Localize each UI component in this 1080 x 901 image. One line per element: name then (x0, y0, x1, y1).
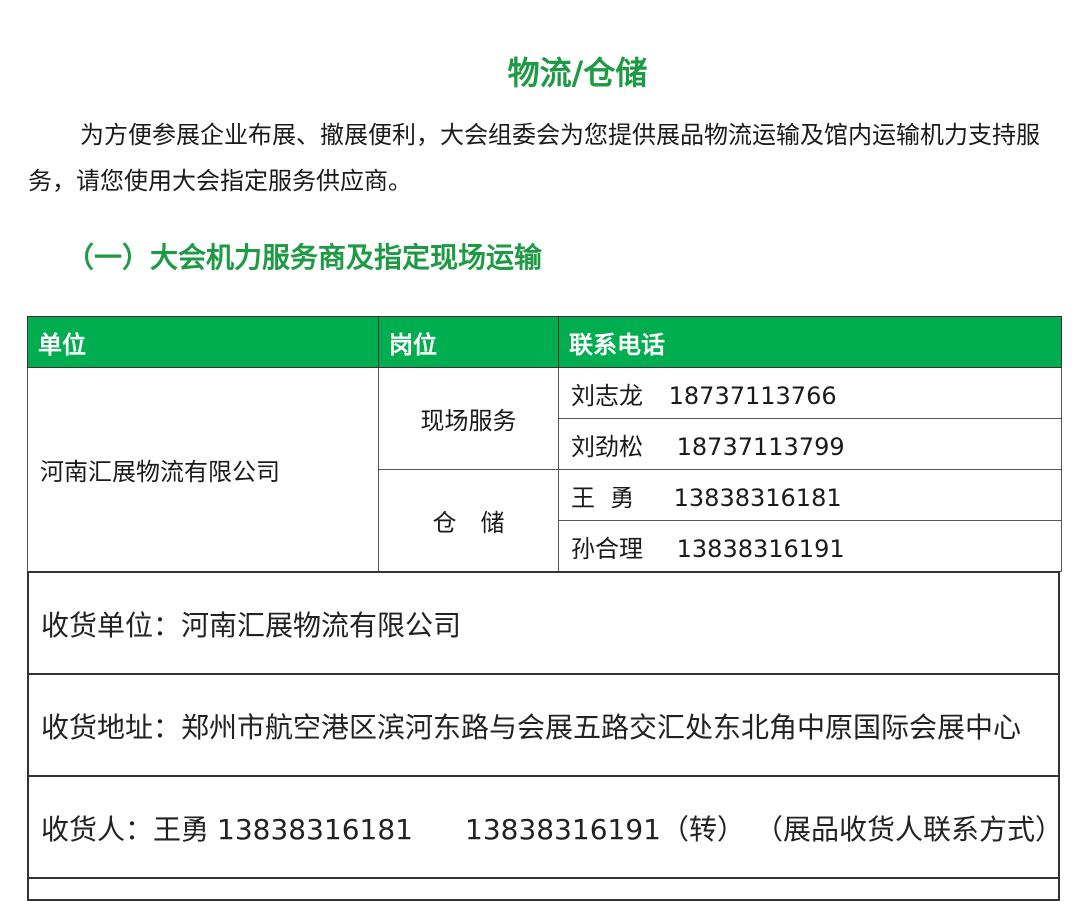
table-header-row: 单位 岗位 联系电话 (27, 316, 1062, 368)
receiver-name: 王勇 (153, 813, 210, 846)
shipping-info-box: 收货单位：河南汇展物流有限公司 收货地址：郑州市航空港区滨河东路与会展五路交汇处… (27, 571, 1063, 901)
shipping-receiver-row: 收货人：王勇 13838316181 13838316191（转） （展品收货人联系方… (29, 777, 1063, 879)
role-cell-storage: 仓 储 (378, 469, 559, 572)
company-cell: 河南汇展物流有限公司 (27, 367, 379, 572)
page-title: 物流/仓储 (507, 54, 648, 92)
shipping-unit-row: 收货单位：河南汇展物流有限公司 (29, 573, 1058, 675)
shipping-unit-value: 河南汇展物流有限公司 (181, 609, 462, 642)
role-cell-onsite: 现场服务 (378, 367, 559, 470)
receiver-label: 收货人： (41, 813, 154, 846)
section-heading: （一）大会机力服务商及指定现场运输 (66, 241, 543, 274)
contacts-table: 单位 岗位 联系电话 河南汇展物流有限公司 现场服务 刘志龙 187371137… (27, 316, 1062, 572)
header-unit: 单位 (27, 316, 379, 368)
shipping-unit-label: 收货单位： (41, 609, 182, 642)
contact-name: 刘志龙 (571, 381, 643, 410)
shipping-address-value: 郑州市航空港区滨河东路与会展五路交汇处东北角中原国际会展中心 (181, 711, 1022, 744)
contact-cell: 孙合理 13838316191 (558, 520, 1062, 572)
receiver-phone-1: 13838316181 (217, 813, 413, 846)
receiver-phone-2: 13838316191（转） (465, 813, 745, 846)
receiver-note: （展品收货人联系方式） (754, 813, 1063, 846)
shipping-address-label: 收货地址： (41, 711, 182, 744)
header-role: 岗位 (378, 316, 559, 368)
contact-name: 孙合理 (571, 534, 643, 563)
contact-phone: 13838316191 (676, 534, 845, 563)
contact-phone: 18737113799 (676, 432, 845, 461)
header-phone: 联系电话 (558, 316, 1062, 368)
intro-paragraph: 为方便参展企业布展、撤展便利，大会组委会为您提供展品物流运输及馆内运输机力支持服… (28, 121, 1040, 195)
shipping-address-row: 收货地址：郑州市航空港区滨河东路与会展五路交汇处东北角中原国际会展中心 (29, 675, 1058, 777)
contact-phone: 13838316181 (673, 483, 842, 512)
contact-name: 刘劲松 (571, 432, 643, 461)
contact-cell: 刘劲松 18737113799 (558, 418, 1062, 470)
contact-cell: 刘志龙 18737113766 (558, 367, 1062, 419)
contact-phone: 18737113766 (668, 381, 837, 410)
contact-cell: 王 勇 13838316181 (558, 469, 1062, 521)
contact-name: 王 勇 (571, 483, 635, 512)
table-row: 河南汇展物流有限公司 现场服务 刘志龙 18737113766 (27, 367, 1062, 572)
